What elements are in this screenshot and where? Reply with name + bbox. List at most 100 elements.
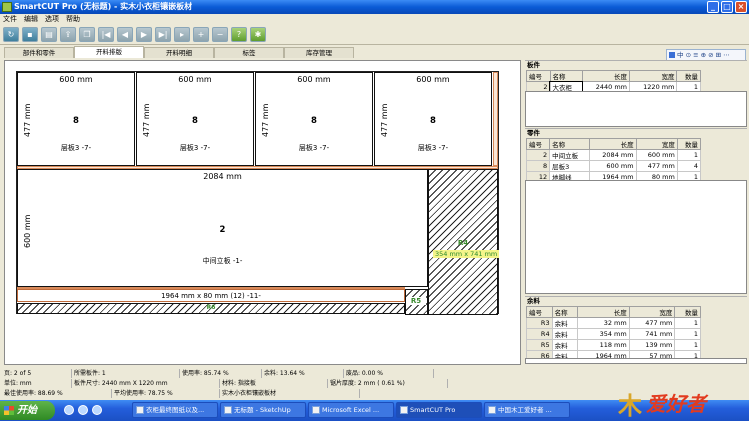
logo-mark: 木 [618, 391, 642, 420]
browser-icon [488, 406, 496, 414]
folder-icon [136, 406, 144, 414]
col-header[interactable]: 编号 [526, 306, 553, 318]
tab-inventory[interactable]: 库存管理 [284, 47, 354, 58]
task-sketchup[interactable]: 无标题 - SketchUp [220, 402, 306, 418]
part-middle-panel[interactable]: 2084 mm 600 mm 2 中间立板 -1- [17, 169, 428, 287]
forum-logo: 木 爱好者 [616, 378, 746, 421]
main-toolbar: ↻ ▪ ▤ ⇪ ❐ |◀ ◀ ▶ ▶| ▸ + − ? ✱ [0, 25, 749, 45]
status-average-usage: 平均使用率: 78.75 % [112, 389, 220, 398]
remnants-group: 余料 [525, 296, 747, 305]
col-header[interactable]: 数量 [674, 306, 701, 318]
parts-group: 零件 [525, 128, 747, 137]
help-icon[interactable]: ? [231, 27, 247, 42]
remnant-r5-label: R5 [406, 297, 426, 305]
col-header[interactable]: 名称 [551, 306, 579, 318]
window-controls: _ □ × [707, 1, 747, 13]
part-name: 层板3 -7- [298, 144, 330, 152]
window-title: SmartCUT Pro (无标题) - 实木小衣柜镶嵌板材 [14, 2, 193, 11]
task-smartcut[interactable]: SmartCUT Pro [396, 402, 482, 418]
table-row[interactable]: R4 余料 354 mm 741 mm 1 [526, 328, 701, 340]
col-header[interactable]: 数量 [676, 70, 701, 82]
col-header[interactable]: 编号 [525, 138, 551, 150]
remnants-table-area [525, 358, 747, 364]
tab-layout[interactable]: 开料排版 [74, 46, 144, 58]
minimize-button[interactable]: _ [707, 1, 719, 13]
part-shelf-2[interactable]: 600 mm 477 mm 8 层板3 -7- [136, 72, 254, 166]
status-material: 材料: 指接板 [220, 379, 328, 388]
menu-file[interactable]: 文件 [3, 14, 17, 25]
last-icon[interactable]: ▸ [174, 27, 190, 42]
copy-icon[interactable]: ❐ [79, 27, 95, 42]
part-number: 2 [219, 225, 226, 235]
table-row[interactable]: 2 中间立板 2084 mm 600 mm 1 [525, 149, 702, 161]
close-button[interactable]: × [735, 1, 747, 13]
boards-group: 板件 [525, 60, 747, 69]
col-header[interactable]: 数量 [676, 138, 702, 150]
windows-logo-icon [4, 406, 14, 415]
table-row[interactable]: R3 余料 32 mm 477 mm 1 [526, 317, 701, 329]
col-header[interactable]: 名称 [549, 138, 590, 150]
boards-table: 编号 名称 长度 宽度 数量 2 大衣柜 2440 mm 1220 mm 1 [526, 70, 701, 94]
part-width-label: 600 mm [416, 75, 450, 84]
status-unit: 单位: mm [2, 379, 72, 388]
status-page: 页: 2 of 5 [2, 369, 72, 378]
logo-text: 爱好者 [646, 392, 706, 416]
settings-icon[interactable]: ✱ [250, 27, 266, 42]
task-drawings[interactable]: 衣柜最终图纸以及... [132, 402, 218, 418]
prev-icon[interactable]: ◀ [117, 27, 133, 42]
remnant-r6-label: R6 [206, 304, 216, 311]
task-excel[interactable]: Microsoft Excel ... [308, 402, 394, 418]
table-row[interactable]: 8 层板3 600 mm 477 mm 4 [525, 160, 702, 172]
status-usage: 使用率: 85.74 % [180, 369, 262, 378]
info-panel: 板件 编号 名称 长度 宽度 数量 2 大衣柜 2440 mm 1220 mm … [525, 60, 749, 365]
add-icon[interactable]: + [193, 27, 209, 42]
part-width-label: 2084 mm [203, 172, 242, 181]
export-icon[interactable]: ⇪ [60, 27, 76, 42]
remnant-r3[interactable] [493, 72, 498, 166]
col-header[interactable]: 长度 [577, 306, 630, 318]
language-icon [669, 52, 675, 58]
menu-options[interactable]: 选项 [45, 14, 59, 25]
part-plinth-strip[interactable]: 1964 mm x 80 mm (12) -11- [17, 289, 405, 302]
start-button[interactable]: 开始 [0, 401, 55, 420]
ie-icon[interactable] [78, 405, 88, 415]
remove-icon[interactable]: − [212, 27, 228, 42]
start-label: 开始 [17, 405, 37, 416]
boards-caption: 板件 [525, 60, 747, 69]
desktop-icon[interactable] [92, 405, 102, 415]
board-sheet: 600 mm 477 mm 8 层板3 -7- 600 mm 477 mm 8 … [16, 71, 500, 315]
part-shelf-3[interactable]: 600 mm 477 mm 8 层板3 -7- [255, 72, 373, 166]
part-number: 8 [430, 116, 436, 126]
play-icon[interactable]: ▶ [136, 27, 152, 42]
menu-help[interactable]: 帮助 [66, 14, 80, 25]
table-row[interactable]: R5 余料 118 mm 139 mm 1 [526, 339, 701, 351]
layout-canvas[interactable]: 600 mm 477 mm 8 层板3 -7- 600 mm 477 mm 8 … [4, 60, 521, 365]
refresh-icon[interactable]: ↻ [3, 27, 19, 42]
menu-edit[interactable]: 编辑 [24, 14, 38, 25]
maximize-button[interactable]: □ [721, 1, 733, 13]
part-name: 层板3 -7- [417, 144, 449, 152]
col-header[interactable]: 名称 [549, 70, 583, 82]
print-icon[interactable]: ▤ [41, 27, 57, 42]
col-header[interactable]: 宽度 [628, 70, 678, 82]
task-forum[interactable]: 中国木工爱好者 ... [484, 402, 570, 418]
parts-table: 编号 名称 长度 宽度 数量 2 中间立板 2084 mm 600 mm 1 8… [525, 138, 702, 183]
part-shelf-1[interactable]: 600 mm 477 mm 8 层板3 -7- [17, 72, 135, 166]
col-header[interactable]: 长度 [581, 70, 631, 82]
col-header[interactable]: 编号 [526, 70, 551, 82]
part-width-label: 600 mm [59, 75, 93, 84]
part-name: 层板3 -7- [60, 144, 92, 152]
col-header[interactable]: 宽度 [635, 138, 678, 150]
first-icon[interactable]: |◀ [98, 27, 114, 42]
part-shelf-4[interactable]: 600 mm 477 mm 8 层板3 -7- [374, 72, 492, 166]
tab-labels[interactable]: 标签 [214, 47, 284, 58]
sketchup-icon [224, 406, 232, 414]
tab-cut-details[interactable]: 开料明细 [144, 47, 214, 58]
col-header[interactable]: 长度 [588, 138, 637, 150]
next-icon[interactable]: ▶| [155, 27, 171, 42]
tab-parts[interactable]: 部件和零件 [4, 47, 74, 58]
boards-table-area [525, 91, 747, 127]
save-icon[interactable]: ▪ [22, 27, 38, 42]
col-header[interactable]: 宽度 [628, 306, 676, 318]
browser-icon[interactable] [64, 405, 74, 415]
